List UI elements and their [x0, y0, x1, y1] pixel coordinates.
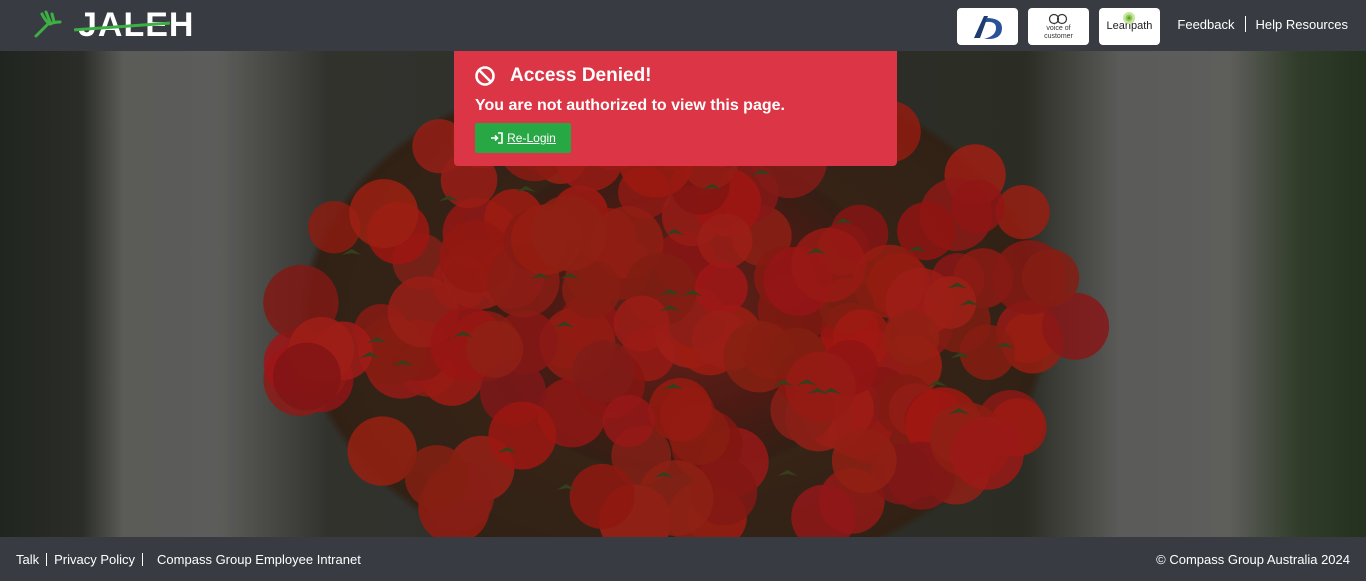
sign-in-icon — [491, 132, 503, 144]
brand-name: JALEH — [74, 2, 194, 48]
re-login-button[interactable]: Re-Login — [475, 123, 571, 153]
talk-link[interactable]: Talk — [16, 552, 39, 567]
leanpath-logo-content: Leanpath — [1099, 8, 1160, 45]
ban-icon — [475, 66, 495, 86]
jaleh-logo[interactable]: JALEH — [30, 2, 194, 48]
leanpath-logo[interactable]: Leanpath — [1099, 8, 1160, 45]
voice-of-customer-logo[interactable]: voice of customer — [1028, 8, 1089, 45]
alert-message: You are not authorized to view this page… — [475, 97, 785, 114]
voc-quote-icon — [1049, 13, 1068, 24]
voc-line1: voice of — [1046, 24, 1071, 32]
page-footer: Talk Privacy Policy Compass Group Employ… — [0, 537, 1366, 581]
voc-label: voice of customer — [1044, 25, 1073, 41]
footer-divider — [46, 553, 48, 566]
voc-line2: customer — [1044, 32, 1073, 40]
ad-logo-icon — [973, 15, 1002, 39]
copyright-text: © Compass Group Australia 2024 — [1156, 552, 1350, 567]
employee-intranet-link[interactable]: Compass Group Employee Intranet — [157, 552, 361, 567]
footer-links: Talk Privacy Policy Compass Group Employ… — [16, 552, 361, 567]
alert-title: Access Denied! — [510, 65, 652, 86]
footer-divider — [142, 553, 144, 566]
voc-logo-content: voice of customer — [1044, 13, 1073, 41]
nav-divider — [1244, 16, 1246, 32]
access-denied-alert: Access Denied! You are not authorized to… — [454, 51, 897, 166]
ad-partner-logo[interactable] — [957, 8, 1018, 45]
privacy-policy-link[interactable]: Privacy Policy — [54, 552, 135, 567]
leanpath-leaf-icon — [1123, 12, 1135, 24]
header-links: Feedback Help Resources — [1177, 16, 1348, 32]
fork-icon — [34, 10, 62, 38]
top-navbar: JALEH voice of customer Leanpath Feedbac… — [0, 0, 1366, 51]
help-resources-link[interactable]: Help Resources — [1256, 17, 1349, 32]
re-login-label: Re-Login — [507, 131, 556, 145]
feedback-link[interactable]: Feedback — [1177, 17, 1234, 32]
